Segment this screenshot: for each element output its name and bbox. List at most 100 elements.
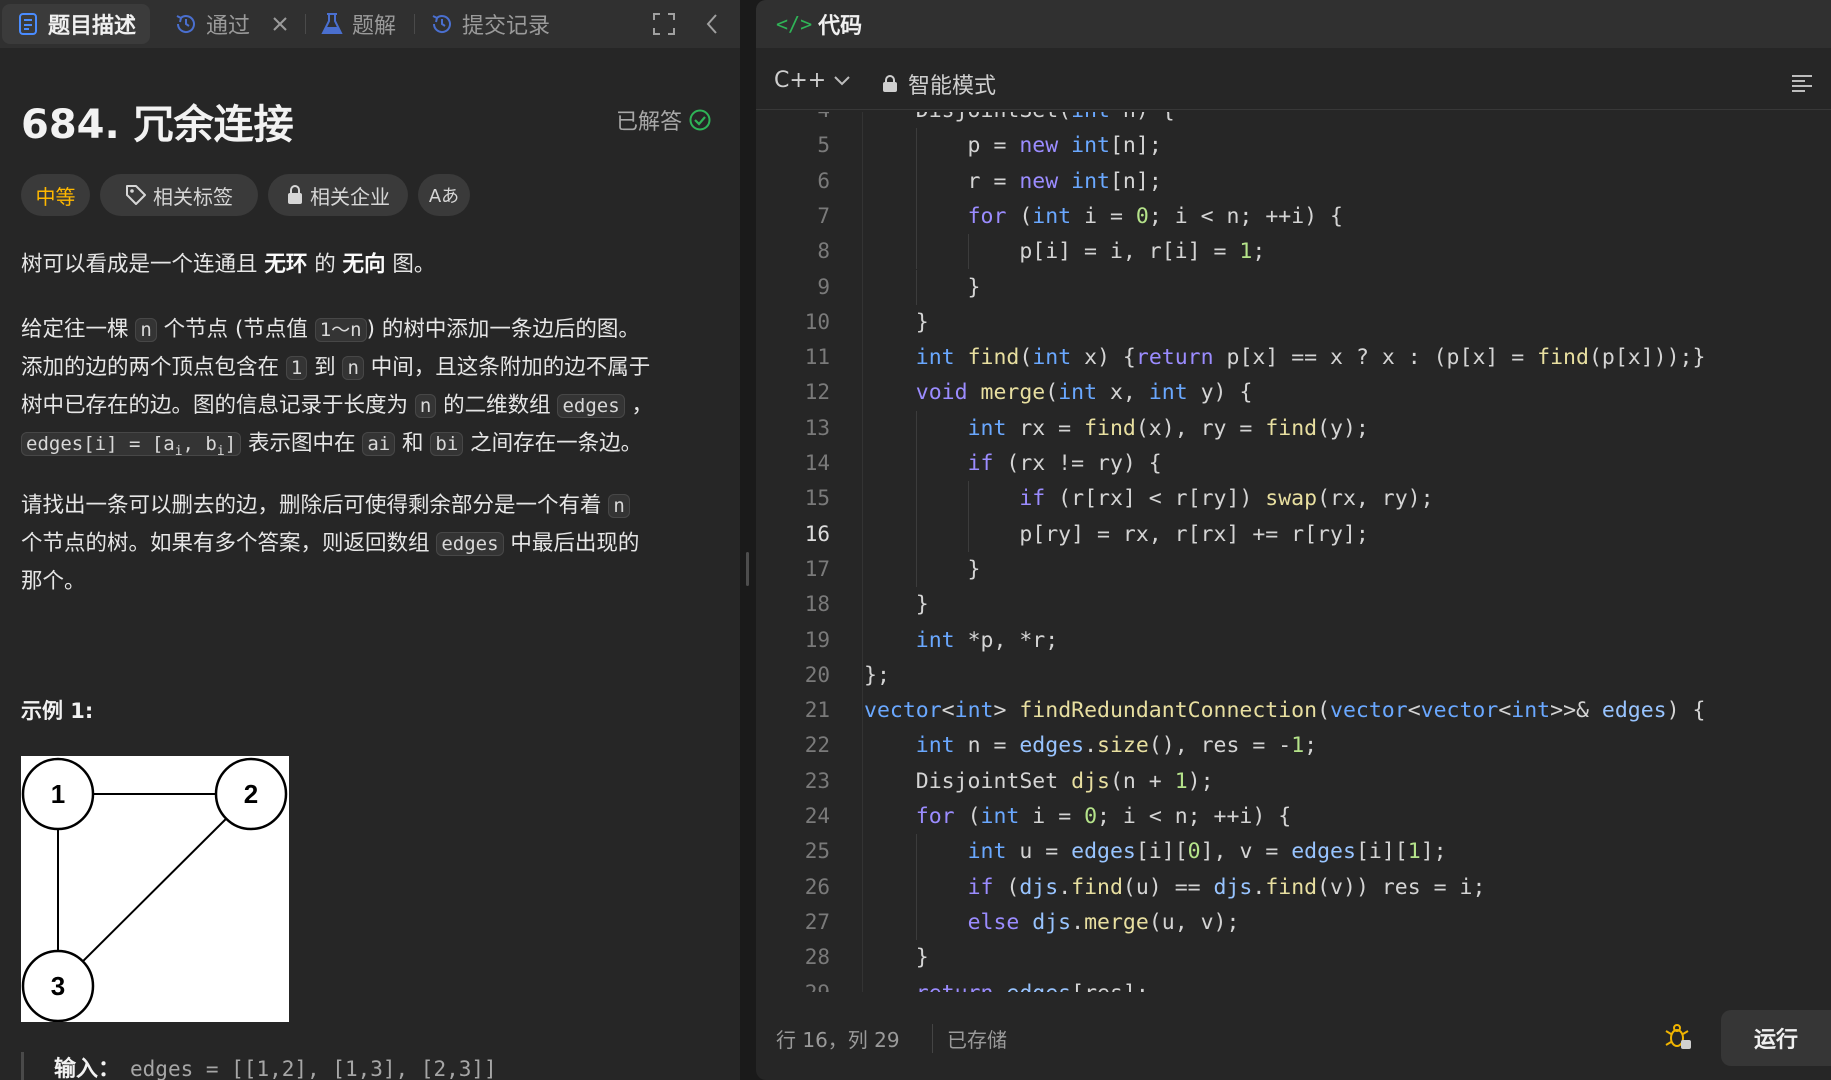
- line-number: 26: [804, 874, 830, 899]
- code-line[interactable]: else djs.merge(u, v);: [864, 905, 1240, 940]
- right-tab-bar: </> 代码: [756, 0, 1831, 48]
- indent-guide: [916, 551, 918, 588]
- close-tab-icon[interactable]: [266, 10, 294, 38]
- text: 树可以看成是一个连通且: [21, 252, 265, 277]
- code-panel: </> 代码 C++ 智能模式 4 DisjointSet(int n) {5 …: [756, 0, 1831, 1080]
- line-number: 6: [817, 168, 830, 193]
- example-title: 示例 1:: [21, 699, 94, 723]
- code-line[interactable]: if (r[rx] < r[ry]) swap(rx, ry);: [864, 481, 1433, 516]
- paragraph-line: 那个。: [21, 563, 721, 600]
- flask-icon: [320, 12, 344, 36]
- code-line[interactable]: for (int i = 0; i < n; ++i) {: [864, 199, 1343, 234]
- smart-mode-toggle[interactable]: 智能模式: [882, 68, 996, 100]
- code-line[interactable]: if (djs.find(u) == djs.find(v)) res = i;: [864, 870, 1486, 905]
- code-line[interactable]: }: [864, 305, 929, 340]
- document-icon: [16, 12, 40, 36]
- code-line[interactable]: DisjointSet(int n) {: [864, 112, 1175, 128]
- code-line[interactable]: return edges[res];: [864, 976, 1149, 993]
- code-line[interactable]: if (rx != ry) {: [864, 446, 1162, 481]
- tab-code[interactable]: </> 代码: [776, 8, 862, 40]
- tab-passed[interactable]: 通过: [174, 4, 250, 44]
- related-tags-button[interactable]: 相关标签: [100, 174, 258, 216]
- indent-guide: [916, 163, 918, 199]
- code-line[interactable]: int *p, *r;: [864, 623, 1058, 658]
- tab-submissions[interactable]: 提交记录: [430, 4, 550, 44]
- fullscreen-icon[interactable]: [650, 10, 678, 38]
- related-companies-button[interactable]: 相关企业: [268, 174, 408, 216]
- inline-code: n: [608, 494, 630, 518]
- code-line[interactable]: }: [864, 270, 981, 305]
- line-number: 14: [804, 451, 830, 475]
- text: 树中已存在的边。图的信息记录于长度为: [21, 393, 415, 418]
- code-line[interactable]: int u = edges[i][0], v = edges[i][1];: [864, 834, 1447, 869]
- difficulty-badge[interactable]: 中等: [21, 174, 90, 216]
- tab-description[interactable]: 题目描述: [2, 4, 151, 44]
- menu-icon[interactable]: [1789, 70, 1815, 96]
- code-line[interactable]: void merge(int x, int y) {: [864, 375, 1253, 410]
- code-line[interactable]: p = new int[n];: [864, 128, 1162, 163]
- indent-guide: [968, 234, 970, 270]
- inline-code: edges: [436, 532, 504, 556]
- panel-resizer[interactable]: [740, 0, 756, 1080]
- line-number: 11: [804, 345, 830, 370]
- text: 添加的边的两个顶点包含在: [21, 355, 286, 380]
- history-icon: [174, 12, 198, 36]
- graph-node-label: 2: [244, 779, 258, 809]
- code-line[interactable]: int rx = find(x), ry = find(y);: [864, 411, 1369, 446]
- inline-code: n: [135, 318, 157, 342]
- text: 个节点 (节点值: [156, 317, 315, 342]
- language-select[interactable]: C++: [774, 68, 850, 93]
- text: 之间存在一条边。: [463, 431, 643, 456]
- saved-status: 已存储: [932, 1024, 1007, 1053]
- resizer-grip[interactable]: [746, 552, 749, 586]
- indent-guide: [916, 904, 918, 941]
- code-line[interactable]: for (int i = 0; i < n; ++i) {: [864, 799, 1291, 834]
- subscript: i: [174, 443, 183, 459]
- code-line[interactable]: }: [864, 940, 929, 975]
- translate-button[interactable]: Aあ: [418, 174, 470, 216]
- code-line[interactable]: p[i] = i, r[i] = 1;: [864, 234, 1265, 269]
- code-editor[interactable]: 4 DisjointSet(int n) {5 p = new int[n]; 6…: [756, 112, 1831, 992]
- chevron-down-icon: [834, 75, 850, 85]
- line-number: 9: [817, 274, 830, 299]
- code-line[interactable]: int find(int x) {return p[x] == x ? x : …: [864, 340, 1706, 375]
- code-line[interactable]: }: [864, 552, 981, 587]
- indent-guide: [916, 128, 918, 164]
- check-circle-icon: [689, 109, 711, 131]
- line-number: 16: [804, 521, 830, 546]
- code-line[interactable]: DisjointSet djs(n + 1);: [864, 764, 1214, 799]
- tab-submissions-label: 提交记录: [462, 14, 551, 39]
- line-number: 7: [817, 203, 830, 228]
- paragraph-2: 给定往一棵 n 个节点 (节点值 1～n) 的树中添加一条边后的图。 添加的边的…: [21, 311, 721, 470]
- text: 图。: [385, 252, 436, 277]
- debug-icon[interactable]: [1664, 1022, 1694, 1052]
- inline-code: 1～n: [314, 318, 367, 342]
- code-line[interactable]: r = new int[n];: [864, 164, 1162, 199]
- run-label: 运行: [1753, 1028, 1798, 1053]
- tab-code-label: 代码: [818, 14, 863, 39]
- tab-solutions[interactable]: 题解: [320, 4, 396, 44]
- difficulty-label: 中等: [35, 184, 76, 209]
- code-line[interactable]: };: [864, 658, 890, 693]
- code-line[interactable]: int n = edges.size(), res = -1;: [864, 728, 1317, 763]
- code-line[interactable]: p[ry] = rx, r[rx] += r[ry];: [864, 517, 1369, 552]
- text: 表示图中在: [241, 431, 363, 456]
- text: edges[i] = [a: [26, 433, 175, 455]
- inline-code: n: [342, 356, 364, 380]
- paragraph-line: 添加的边的两个顶点包含在 1 到 n 中间，且这条附加的边不属于: [21, 349, 721, 387]
- line-number: 24: [804, 804, 830, 828]
- code-line[interactable]: vector<int> findRedundantConnection(vect…: [864, 693, 1705, 728]
- inline-code: ai: [362, 432, 396, 456]
- run-button[interactable]: 运行: [1721, 1010, 1831, 1066]
- code-line[interactable]: }: [864, 587, 929, 622]
- gutter-divider: [862, 112, 863, 992]
- paragraph-line: 树中已存在的边。图的信息记录于长度为 n 的二维数组 edges ，: [21, 387, 721, 425]
- line-number: 13: [804, 415, 830, 440]
- tab-description-label: 题目描述: [48, 14, 137, 39]
- code-icon: </>: [776, 12, 813, 36]
- paragraph-line: 给定往一棵 n 个节点 (节点值 1～n) 的树中添加一条边后的图。: [21, 311, 721, 349]
- text: 和: [395, 431, 431, 456]
- text: 个节点的树。如果有多个答案，则返回数组: [21, 531, 437, 556]
- translate-icon: Aあ: [428, 186, 460, 207]
- collapse-panel-icon[interactable]: [698, 10, 726, 38]
